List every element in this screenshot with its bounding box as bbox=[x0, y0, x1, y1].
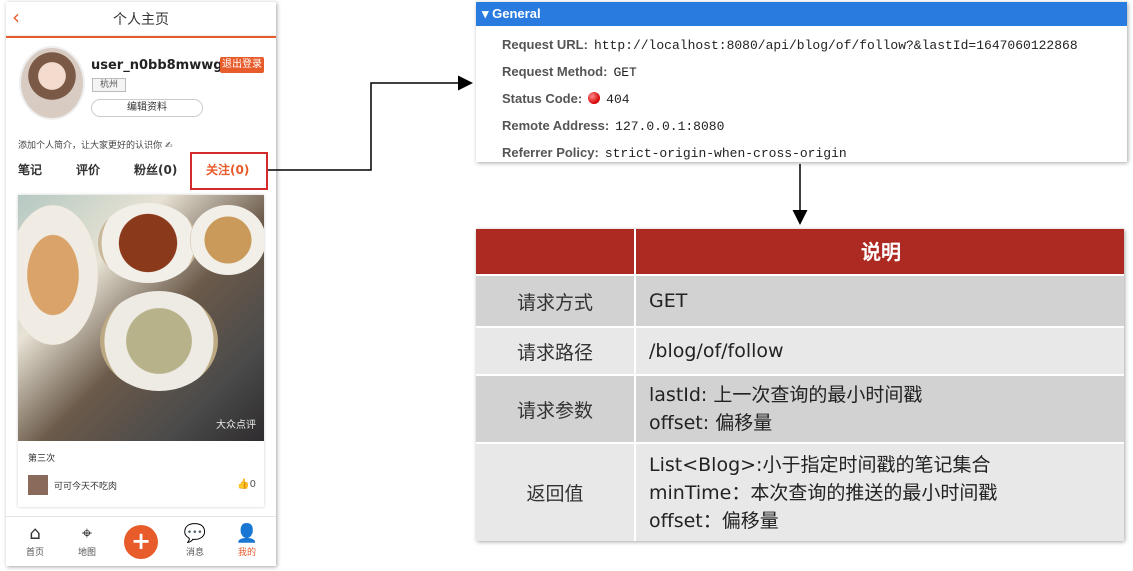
like-icon[interactable]: 👍0 bbox=[237, 479, 256, 490]
general-row-remote: Remote Address: 127.0.0.1:8080 bbox=[502, 118, 724, 134]
logout-button[interactable]: 退出登录 bbox=[220, 57, 264, 73]
table-value-cell: List<Blog>:小于指定时间戳的笔记集合 minTime：本次查询的推送的… bbox=[638, 444, 1124, 541]
bio-text[interactable]: 添加个人简介，让大家更好的认识你 ✍ bbox=[18, 138, 172, 151]
table-value-line: minTime：本次查询的推送的最小时间戳 bbox=[649, 481, 998, 504]
general-value[interactable]: strict-origin-when-cross-origin bbox=[605, 146, 847, 161]
table-row: 返回值 List<Blog>:小于指定时间戳的笔记集合 minTime：本次查询… bbox=[476, 444, 1124, 541]
nav-mine-label: 我的 bbox=[237, 548, 256, 558]
table-label-cell: 请求方式 bbox=[476, 276, 636, 326]
general-row-url: Request URL: http://localhost:8080/api/bl… bbox=[502, 37, 1078, 53]
nav-home-label: 首页 bbox=[25, 548, 44, 558]
general-value[interactable]: http://localhost:8080/api/blog/of/follow… bbox=[594, 38, 1078, 53]
author-name: 可可今天不吃肉 bbox=[54, 482, 118, 492]
follow-tab-highlight-box bbox=[190, 152, 268, 190]
table-row: 请求路径 /blog/of/follow bbox=[476, 328, 1124, 374]
table-value-line: lastId: 上一次查询的最小时间戳 bbox=[649, 384, 923, 406]
table-header-row: 说明 bbox=[476, 229, 1124, 274]
table-value-line: offset: 偏移量 bbox=[649, 412, 773, 434]
api-description-table: 说明 请求方式 GET 请求路径 /blog/of/follow 请求参数 la… bbox=[476, 229, 1124, 541]
nav-mine[interactable]: 👤 我的 bbox=[220, 523, 274, 558]
table-header-empty-cell bbox=[476, 229, 636, 274]
nav-messages[interactable]: 💬 消息 bbox=[168, 523, 222, 558]
page-title: 个人主页 bbox=[113, 12, 169, 28]
edit-profile-button[interactable]: 编辑资料 bbox=[91, 99, 203, 117]
general-key: Request URL: bbox=[502, 37, 588, 52]
general-row-method: Request Method: GET bbox=[502, 64, 637, 80]
nav-map[interactable]: ⌖ 地图 bbox=[60, 523, 114, 558]
table-value-cell: GET bbox=[638, 276, 1124, 326]
dish-plate bbox=[190, 205, 264, 275]
home-icon: ⌂ bbox=[29, 523, 41, 544]
table-value-line: /blog/of/follow bbox=[649, 340, 784, 362]
tab-notes[interactable]: 笔记 bbox=[18, 161, 42, 178]
table-label-cell: 返回值 bbox=[476, 444, 636, 541]
watermark: 大众点评 bbox=[216, 420, 256, 431]
username: user_n0bb8mwwg4 bbox=[91, 58, 232, 73]
general-key: Status Code: bbox=[502, 91, 583, 106]
chat-bubble-icon: 💬 bbox=[183, 523, 207, 544]
dish-plate bbox=[18, 205, 98, 345]
add-button[interactable]: + bbox=[124, 525, 158, 559]
nav-home[interactable]: ⌂ 首页 bbox=[8, 523, 62, 558]
arrow-to-general bbox=[268, 75, 473, 171]
nav-messages-label: 消息 bbox=[185, 548, 204, 558]
table-row: 请求参数 lastId: 上一次查询的最小时间戳 offset: 偏移量 bbox=[476, 376, 1124, 442]
user-icon: 👤 bbox=[235, 523, 259, 544]
general-header-label: General bbox=[492, 6, 541, 21]
bottom-nav: ⌂ 首页 ⌖ 地图 + 💬 消息 👤 我的 bbox=[6, 516, 276, 566]
phone-header: ‹ 个人主页 bbox=[6, 2, 276, 36]
blog-card[interactable]: 大众点评 第三次 可可今天不吃肉 👍0 bbox=[18, 195, 264, 507]
table-value-line: List<Blog>:小于指定时间戳的笔记集合 bbox=[649, 453, 991, 476]
avatar[interactable] bbox=[19, 46, 85, 120]
table-value-line: GET bbox=[649, 290, 688, 312]
tab-reviews[interactable]: 评价 bbox=[76, 161, 100, 178]
city-tag: 杭州 bbox=[92, 78, 126, 92]
general-row-referrer: Referrer Policy: strict-origin-when-cross… bbox=[502, 145, 847, 161]
tab-fans[interactable]: 粉丝(0) bbox=[134, 161, 177, 178]
map-pin-icon: ⌖ bbox=[81, 523, 93, 544]
general-value[interactable]: GET bbox=[613, 65, 636, 80]
general-key: Referrer Policy: bbox=[502, 145, 599, 160]
table-value-cell: lastId: 上一次查询的最小时间戳 offset: 偏移量 bbox=[638, 376, 1124, 442]
general-header[interactable]: ▾ General bbox=[476, 2, 1127, 26]
dish-plate bbox=[98, 203, 198, 283]
table-header-cell: 说明 bbox=[861, 239, 901, 264]
like-count: 0 bbox=[249, 479, 256, 490]
table-value-line: offset：偏移量 bbox=[649, 509, 779, 532]
general-value[interactable]: 127.0.0.1:8080 bbox=[615, 119, 724, 134]
devtools-general-panel: ▾ General Request URL: http://localhost:8… bbox=[476, 2, 1127, 162]
general-value[interactable]: 404 bbox=[606, 92, 629, 107]
phone-screen: ‹ 个人主页 user_n0bb8mwwg4 退出登录 杭州 编辑资料 添加个人… bbox=[6, 2, 276, 566]
blog-photo[interactable]: 大众点评 bbox=[18, 195, 264, 441]
general-row-status: Status Code: 404 bbox=[502, 91, 630, 107]
dish-plate bbox=[100, 291, 218, 391]
general-key: Request Method: bbox=[502, 64, 608, 79]
table-label-cell: 请求参数 bbox=[476, 376, 636, 442]
table-label-cell: 请求路径 bbox=[476, 328, 636, 374]
general-key: Remote Address: bbox=[502, 118, 610, 133]
header-accent-bar bbox=[6, 36, 276, 38]
status-error-dot-icon bbox=[588, 92, 601, 104]
author-avatar bbox=[28, 475, 48, 495]
table-row: 请求方式 GET bbox=[476, 276, 1124, 326]
blog-title: 第三次 bbox=[28, 454, 56, 464]
nav-map-label: 地图 bbox=[77, 548, 96, 558]
table-value-cell: /blog/of/follow bbox=[638, 328, 1124, 374]
